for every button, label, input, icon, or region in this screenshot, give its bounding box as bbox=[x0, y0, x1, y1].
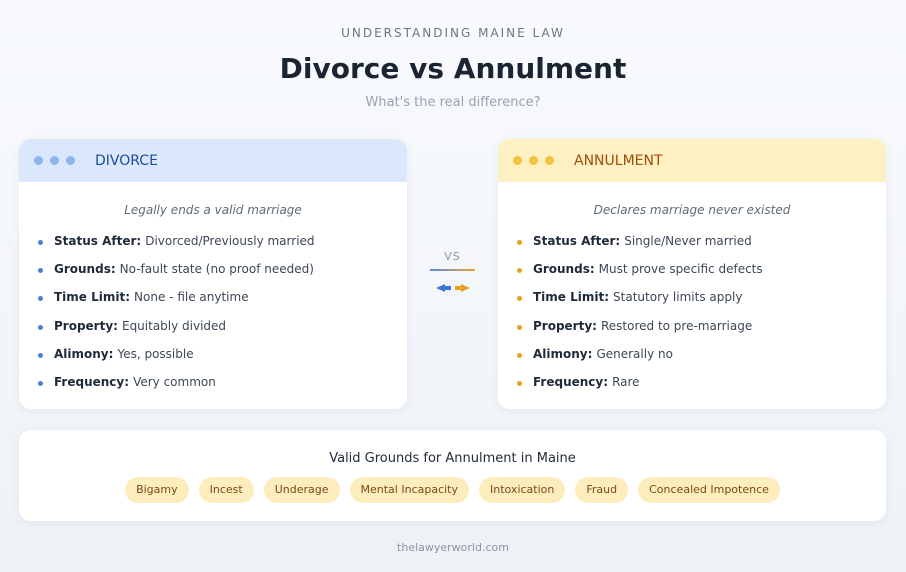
vs-label: VS bbox=[444, 250, 461, 263]
list-item: GroundsMust prove specific defects bbox=[517, 255, 886, 283]
list-item: GroundsNo-fault state (no proof needed) bbox=[38, 255, 407, 283]
ground-chip: Bigamy bbox=[125, 477, 189, 503]
fact-value: Rare bbox=[612, 375, 640, 390]
fact-value: No-fault state (no proof needed) bbox=[119, 262, 314, 277]
bullet-icon bbox=[517, 268, 522, 274]
fact-value: Very common bbox=[133, 375, 216, 390]
fact-label: Property bbox=[54, 319, 118, 333]
divorce-facts-list: Status AfterDivorced/Previously married … bbox=[19, 227, 407, 396]
source-credit: thelawyerworld.com bbox=[397, 541, 509, 554]
page-title: Divorce vs Annulment bbox=[279, 52, 627, 85]
fact-label: Alimony bbox=[533, 347, 592, 361]
header-dot-icon bbox=[34, 156, 43, 165]
grounds-title: Valid Grounds for Annulment in Maine bbox=[329, 451, 576, 466]
fact-value: None - file anytime bbox=[134, 290, 249, 305]
list-item: PropertyRestored to pre-marriage bbox=[517, 312, 886, 340]
eyebrow-text: UNDERSTANDING MAINE LAW bbox=[341, 26, 565, 40]
swap-arrows-icon bbox=[436, 284, 470, 292]
fact-label: Status After bbox=[54, 234, 141, 248]
fact-label: Frequency bbox=[533, 375, 608, 389]
divorce-card-header: DIVORCE bbox=[19, 139, 407, 182]
list-item: PropertyEquitably divided bbox=[38, 312, 407, 340]
header-dot-icon bbox=[529, 156, 538, 165]
ground-chip: Mental Incapacity bbox=[349, 477, 470, 503]
fact-label: Grounds bbox=[54, 262, 116, 276]
divorce-card-title: DIVORCE bbox=[95, 152, 158, 169]
fact-value: Yes, possible bbox=[117, 346, 194, 361]
fact-label: Grounds bbox=[533, 262, 595, 276]
vs-divider-line bbox=[430, 269, 475, 271]
annulment-facts-list: Status After Single/Never married Grounds… bbox=[498, 227, 886, 396]
list-item: Alimony Generally no bbox=[517, 340, 886, 368]
list-item: Status After Single/Never married bbox=[517, 227, 886, 255]
ground-chip: Fraud bbox=[575, 477, 629, 503]
bullet-icon bbox=[38, 240, 43, 246]
grounds-chip-list: Bigamy Incest Underage Mental Incapacity… bbox=[19, 477, 886, 503]
annulment-tagline: Declares marriage never existed bbox=[593, 203, 791, 217]
fact-value: Single/Never married bbox=[624, 234, 752, 249]
bullet-icon bbox=[38, 352, 43, 358]
list-item: Frequency Rare bbox=[517, 368, 886, 396]
header-dot-icon bbox=[545, 156, 554, 165]
fact-value: Equitably divided bbox=[121, 318, 227, 333]
bullet-icon bbox=[38, 324, 43, 330]
fact-label: Time Limit bbox=[54, 290, 130, 304]
divorce-tagline: Legally ends a valid marriage bbox=[124, 203, 302, 217]
fact-label: Property bbox=[533, 319, 597, 333]
annulment-card-header: ANNULMENT bbox=[498, 139, 886, 182]
annulment-card-title: ANNULMENT bbox=[574, 152, 663, 169]
bullet-icon bbox=[517, 296, 522, 302]
ground-chip: Underage bbox=[263, 477, 340, 503]
list-item: Alimony Yes, possible bbox=[38, 340, 407, 368]
bullet-icon bbox=[517, 381, 522, 387]
fact-value: Must prove specific defects bbox=[598, 262, 763, 277]
annulment-card: ANNULMENT Declares marriage never existe… bbox=[498, 139, 886, 409]
bullet-icon bbox=[517, 352, 522, 358]
fact-value: Divorced/Previously married bbox=[145, 234, 315, 249]
ground-chip: Intoxication bbox=[479, 477, 566, 503]
header-dot-icon bbox=[66, 156, 75, 165]
fact-value: Generally no bbox=[596, 346, 673, 361]
bullet-icon bbox=[517, 240, 522, 246]
annulment-grounds-panel: Valid Grounds for Annulment in Maine Big… bbox=[19, 430, 886, 521]
fact-label: Frequency bbox=[54, 375, 129, 389]
fact-label: Status After bbox=[533, 234, 620, 248]
list-item: Time Limit None - file anytime bbox=[38, 283, 407, 311]
fact-value: Statutory limits apply bbox=[613, 290, 743, 305]
bullet-icon bbox=[38, 296, 43, 302]
header-dot-icon bbox=[50, 156, 59, 165]
divorce-card: DIVORCE Legally ends a valid marriage St… bbox=[19, 139, 407, 409]
fact-label: Alimony bbox=[54, 347, 113, 361]
fact-label: Time Limit bbox=[533, 290, 609, 304]
bullet-icon bbox=[38, 268, 43, 274]
fact-value: Restored to pre-marriage bbox=[600, 318, 753, 333]
ground-chip: Concealed Impotence bbox=[638, 477, 780, 503]
bullet-icon bbox=[517, 324, 522, 330]
ground-chip: Incest bbox=[198, 477, 254, 503]
page-subtitle: What's the real difference? bbox=[365, 95, 541, 110]
list-item: Time Limit Statutory limits apply bbox=[517, 283, 886, 311]
bullet-icon bbox=[38, 381, 43, 387]
header-dot-icon bbox=[513, 156, 522, 165]
list-item: Status After Divorced/Previously married bbox=[38, 227, 407, 255]
list-item: Frequency Very common bbox=[38, 368, 407, 396]
